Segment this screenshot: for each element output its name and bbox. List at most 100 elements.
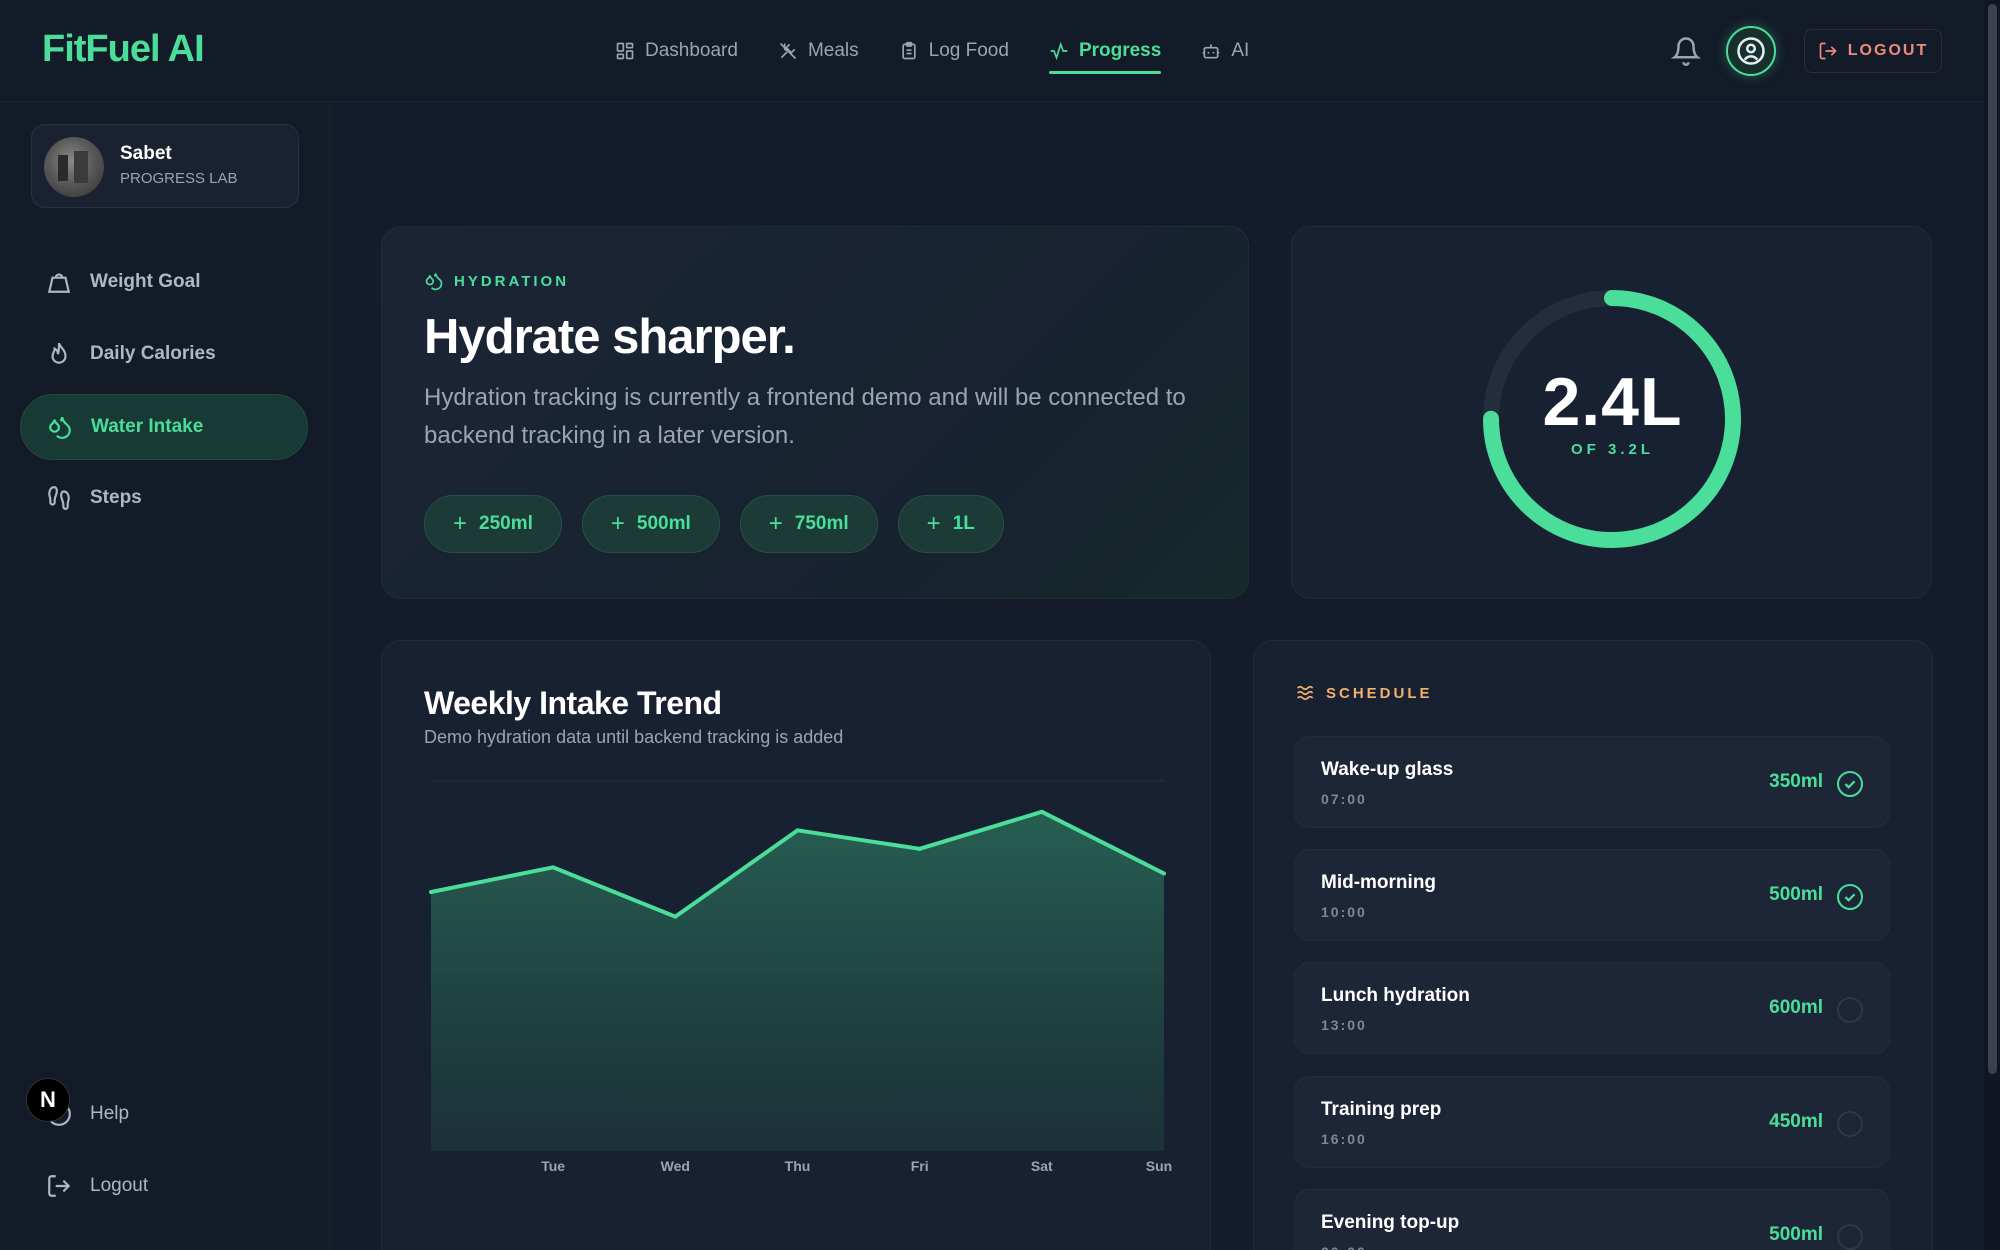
schedule-card: SCHEDULE Wake-up glass 07:00 350ml Mid-morn… (1253, 640, 1933, 1250)
weekly-trend-card: Weekly Intake Trend Demo hydration data … (381, 640, 1211, 1250)
page-scrollbar[interactable] (1984, 0, 2000, 1250)
sidebar-item-label: Steps (90, 487, 142, 508)
logout-icon (1819, 42, 1837, 60)
schedule-row-time: 07:00 (1321, 791, 1367, 807)
data-point[interactable] (1162, 871, 1166, 876)
hydration-card: HYDRATION Hydrate sharper. Hydration tra… (381, 226, 1249, 599)
hydration-tag: HYDRATION (424, 271, 569, 291)
utensils-icon (779, 42, 797, 60)
main-nav: Dashboard Meals Log Food Progress AI (615, 0, 1289, 102)
nav-log-food[interactable]: Log Food (899, 0, 1009, 102)
nav-meals[interactable]: Meals (778, 0, 859, 102)
data-point[interactable] (429, 890, 433, 894)
schedule-row-amount: 500ml (1769, 1224, 1823, 1245)
sidebar-item-daily-calories[interactable]: Daily Calories (20, 321, 308, 387)
schedule-row[interactable]: Wake-up glass 07:00 350ml (1294, 736, 1890, 828)
data-point[interactable] (551, 865, 556, 870)
plus-icon: + (768, 510, 783, 537)
schedule-row-name: Wake-up glass (1321, 759, 1454, 780)
schedule-row[interactable]: Mid-morning 10:00 500ml (1294, 849, 1890, 941)
area-fill (431, 811, 1164, 1151)
empty-circle-icon[interactable] (1837, 1224, 1863, 1250)
logout-label: LOGOUT (1847, 42, 1929, 59)
x-tick-label: Sun (1146, 1158, 1172, 1174)
nav-progress-label: Progress (1078, 40, 1162, 61)
schedule-row-name: Evening top-up (1321, 1212, 1460, 1233)
activity-icon (1050, 41, 1068, 61)
check-circle-icon[interactable] (1837, 884, 1863, 910)
schedule-row[interactable]: Lunch hydration 13:00 600ml (1294, 962, 1890, 1054)
schedule-row-amount: 500ml (1769, 884, 1823, 905)
add-750ml-button[interactable]: +750ml (739, 495, 878, 553)
droplets-icon (49, 416, 71, 439)
app-logo[interactable]: FitFuel AI (42, 28, 205, 71)
data-point[interactable] (795, 828, 800, 833)
sidebar-logout-label: Logout (90, 1175, 149, 1196)
sidebar-item-weight-goal[interactable]: Weight Goal (20, 249, 308, 315)
nav-dashboard[interactable]: Dashboard (615, 0, 738, 102)
schedule-row-name: Lunch hydration (1321, 985, 1470, 1006)
user-circle-icon (1737, 37, 1765, 65)
scrollbar-thumb[interactable] (1988, 4, 1997, 1074)
nav-ai-label: AI (1231, 40, 1250, 61)
data-point[interactable] (1039, 809, 1044, 814)
clipboard-icon (901, 41, 916, 60)
sidebar-item-label: Water Intake (91, 416, 204, 437)
sidebar-item-water-intake[interactable]: Water Intake (20, 394, 308, 460)
intake-value: 2.4L (1542, 364, 1683, 440)
empty-circle-icon[interactable] (1837, 997, 1863, 1023)
schedule-row-time: 20:00 (1321, 1244, 1367, 1250)
weight-icon (47, 273, 71, 293)
hydration-description: Hydration tracking is currently a fronte… (424, 384, 1186, 449)
waves-icon (1297, 685, 1314, 701)
dev-badge[interactable]: N (26, 1078, 70, 1122)
schedule-tag: SCHEDULE (1296, 683, 1433, 703)
schedule-row-name: Mid-morning (1321, 872, 1437, 893)
logout-icon (48, 1175, 71, 1197)
sidebar-logout[interactable]: Logout (20, 1153, 308, 1219)
data-point[interactable] (673, 914, 678, 919)
empty-circle-icon[interactable] (1837, 1111, 1863, 1137)
schedule-row-amount: 450ml (1769, 1111, 1823, 1132)
add-250ml-button[interactable]: +250ml (424, 495, 562, 553)
add-1l-button[interactable]: +1L (897, 495, 1004, 553)
schedule-row[interactable]: Training prep 16:00 450ml (1294, 1076, 1890, 1168)
nav-ai[interactable]: AI (1201, 0, 1249, 102)
data-point[interactable] (917, 846, 922, 851)
notifications-bell-icon[interactable] (1670, 36, 1702, 66)
logout-button[interactable]: LOGOUT (1804, 29, 1942, 73)
x-tick-label: Thu (785, 1158, 811, 1174)
user-card[interactable]: Sabet PROGRESS LAB (31, 124, 299, 208)
chip-label: 500ml (636, 513, 691, 534)
chip-label: 250ml (479, 513, 533, 534)
grid-icon (616, 42, 634, 60)
profile-button[interactable] (1726, 26, 1776, 76)
user-subtitle: PROGRESS LAB (120, 170, 238, 187)
nav-dashboard-label: Dashboard (645, 40, 738, 61)
avatar (44, 137, 104, 197)
sidebar-item-steps[interactable]: Steps (20, 465, 308, 531)
sidebar-item-label: Daily Calories (90, 343, 216, 364)
schedule-row-time: 16:00 (1321, 1131, 1367, 1147)
plus-icon: + (926, 510, 941, 537)
schedule-row[interactable]: Evening top-up 20:00 500ml (1294, 1189, 1890, 1250)
quick-add-buttons: +250ml +500ml +750ml +1L (424, 495, 1004, 553)
chip-label: 1L (952, 513, 975, 534)
top-navbar: FitFuel AI Dashboard Meals Log Food Prog… (0, 0, 1984, 102)
droplets-icon (425, 273, 443, 291)
sidebar-item-label: Weight Goal (90, 271, 201, 292)
intake-goal: OF 3.2L (1570, 441, 1654, 458)
schedule-row-time: 10:00 (1321, 904, 1367, 920)
check-circle-icon[interactable] (1837, 771, 1863, 797)
schedule-row-amount: 350ml (1769, 771, 1823, 792)
add-500ml-button[interactable]: +500ml (581, 495, 720, 553)
x-tick-label: Wed (661, 1158, 690, 1174)
schedule-row-amount: 600ml (1769, 997, 1823, 1018)
page-title: Hydrate sharper. (424, 310, 796, 364)
chip-label: 750ml (794, 513, 849, 534)
nav-progress[interactable]: Progress (1048, 0, 1162, 102)
schedule-row-name: Training prep (1321, 1099, 1442, 1120)
user-name: Sabet (120, 143, 172, 164)
weekly-trend-chart: Tue Wed Thu Fri Sat Sun (429, 780, 1172, 1174)
help-label: Help (90, 1103, 130, 1124)
